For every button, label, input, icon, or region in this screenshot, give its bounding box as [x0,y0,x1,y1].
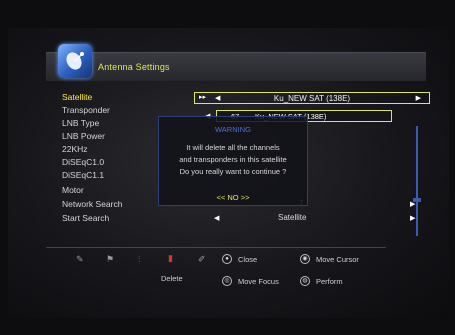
nav-button-icon: ◎ [222,276,232,286]
satellite-selector[interactable]: ▸▸ ◀ Ku_NEW SAT (138E) ▶ [194,92,430,104]
dialog-message-line: It will delete all the channels [186,143,280,152]
confirm-dialog: WARNING It will delete all the channels … [158,116,308,206]
footer-divider [46,247,386,248]
menu-item-motor[interactable]: Motor [62,185,84,195]
footer-legend: ✎ ⚑ ⫶ ▮ Delete ✐ ● Close ◉ Move Cursor ◎… [46,252,436,292]
bars-icon: ⫶ [138,254,141,264]
arrow-right-icon[interactable]: ▶ [410,214,415,222]
menu-item-network-search[interactable]: Network Search [62,199,122,209]
page-title: Antenna Settings [98,62,170,72]
menu-item-start-search[interactable]: Start Search [62,213,109,223]
move-cursor-label: Move Cursor [316,255,359,264]
arrow-right-icon: ▶ [415,95,421,102]
satellite-dish-icon [58,44,92,78]
menu-item-diseqc11[interactable]: DiSEqC1.1 [62,170,104,180]
menu-item-transponder[interactable]: Transponder [62,105,110,115]
delete-icon: ▮ [168,253,173,263]
wrench-icon: ✎ [76,254,84,264]
flag-icon: ⚑ [106,254,115,264]
select-button-icon: ◍ [300,276,310,286]
move-focus-label: Move Focus [238,277,279,286]
pencil-icon: ✐ [198,254,206,264]
dialog-message-line: and transponders in this satellite [179,155,287,164]
menu-item-lnb-power[interactable]: LNB Power [62,131,105,141]
start-search-value: Satellite [278,213,307,222]
arrow-left-icon[interactable]: ◀ [214,214,219,222]
menu-item-lnb-type[interactable]: LNB Type [62,118,99,128]
delete-label: Delete [161,274,183,283]
settings-panel: Satellite Transponder LNB Type LNB Power… [46,88,436,243]
menu-button-icon: ◉ [300,254,310,264]
dialog-choice-selector[interactable]: << NO >> [159,193,307,202]
arrow-right-icon[interactable]: ▶ [410,200,415,208]
scrollbar-track[interactable] [416,126,418,236]
menu-item-satellite[interactable]: Satellite [62,92,92,102]
ok-button-icon: ● [222,254,232,264]
menu-item-diseqc10[interactable]: DiSEqC1.0 [62,157,104,167]
dialog-message-line: Do you really want to continue ? [179,167,287,176]
menu-item-22khz[interactable]: 22KHz [62,144,88,154]
satellite-value: Ku_NEW SAT (138E) [273,94,351,103]
dialog-title: WARNING [215,125,251,134]
perform-label: Perform [316,277,343,286]
close-label: Close [238,255,258,264]
